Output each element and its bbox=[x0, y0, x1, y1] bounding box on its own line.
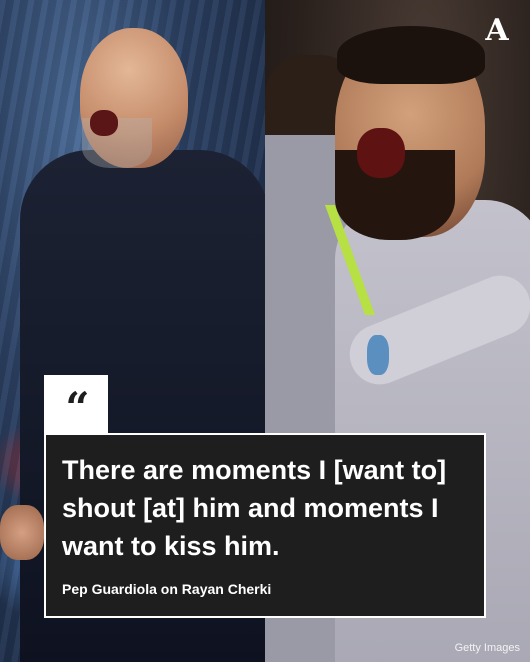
player-mouth bbox=[357, 128, 405, 178]
manager-mouth bbox=[90, 110, 118, 136]
photo-credit: Getty Images bbox=[454, 642, 520, 654]
manager-hand bbox=[0, 505, 44, 560]
quote-attribution: Pep Guardiola on Rayan Cherki bbox=[62, 581, 272, 597]
quote-mark-icon: “ bbox=[65, 383, 89, 432]
quote-icon-box: “ bbox=[44, 375, 108, 433]
club-badge bbox=[367, 335, 389, 375]
graphic-canvas: A “ There are moments I [want to] shout … bbox=[0, 0, 530, 662]
player-hair bbox=[337, 26, 485, 84]
brand-logo: A bbox=[485, 13, 509, 48]
quote-box: There are moments I [want to] shout [at]… bbox=[44, 433, 486, 618]
quote-text: There are moments I [want to] shout [at]… bbox=[62, 455, 447, 561]
